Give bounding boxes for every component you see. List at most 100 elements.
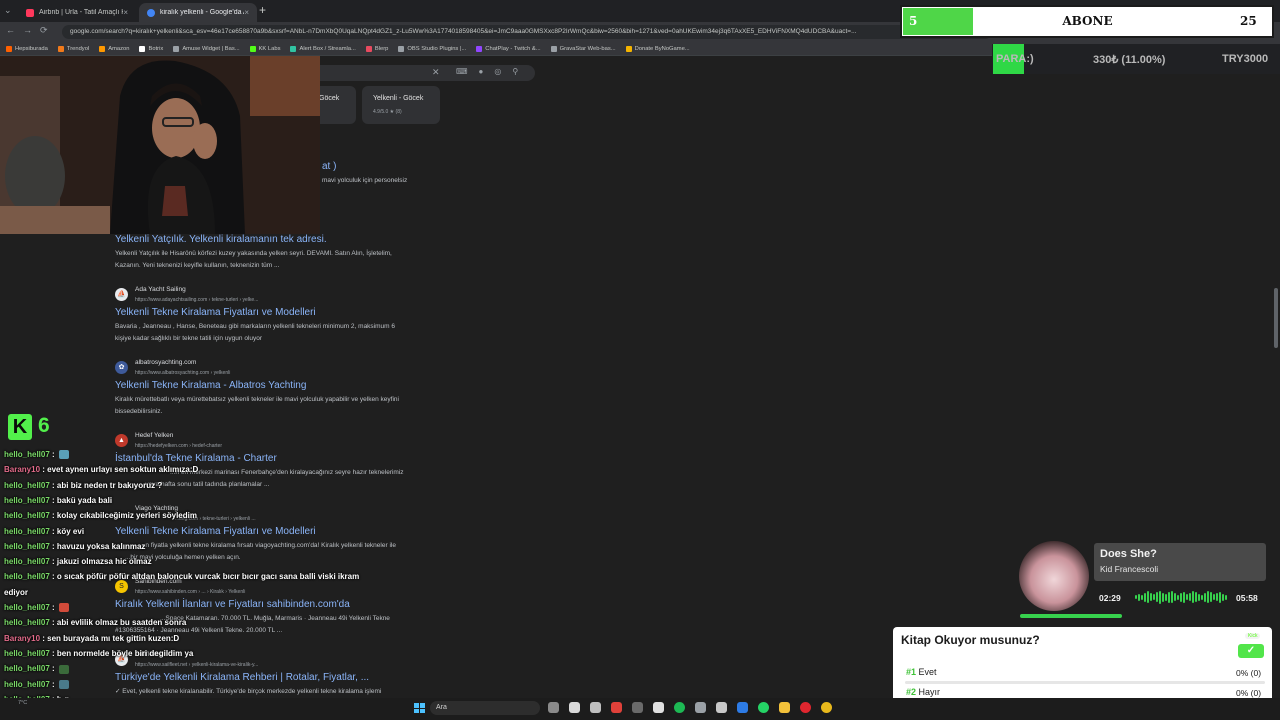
waveform-bar [1141,594,1143,600]
chat-text: kolay cıkabilceğimiz yerleri söyledim [56,511,197,521]
result-title[interactable]: Yelkenli Tekne Kiralama Fiyatları ve Mod… [115,526,316,537]
tab-google-search[interactable]: kiralık yelkenli - Google'da Ara × [139,3,257,22]
mail-icon[interactable] [737,702,748,713]
scrollbar[interactable] [1274,288,1278,348]
bookmark-item[interactable]: Donate ByNoGame... [625,45,690,52]
bookmark-item[interactable]: ChatPlay - Twitch &... [476,45,541,52]
chat-message: hello_hell07 : kolay cıkabilceğimiz yerl… [4,511,197,520]
result-title[interactable]: Yelkenli Yatçılık. Yelkenli kiralamanın … [115,234,327,245]
result-snippet: ✓ Evet, yelkenli tekne kiralanabilir. Tü… [115,688,382,695]
result-snippet: ...n fiyatla yelkenli tekne kiralama fır… [140,542,396,549]
app-icon[interactable] [695,702,706,713]
bookmark-item[interactable]: Blerp [365,45,388,52]
chatgpt-icon[interactable] [716,702,727,713]
bookmark-icon [139,45,146,52]
chat-message: Barany10 : sen burayada mı tek gittin ku… [4,634,179,643]
chat-username[interactable]: hello_hell07 [4,511,50,520]
bookmark-item[interactable]: Alert Box / Streamla... [290,45,356,52]
file-explorer-icon[interactable] [779,702,790,713]
nav-buttons[interactable]: ←→⟳ [6,25,56,36]
chat-username[interactable]: hello_hell07 [4,664,50,673]
waveform-bar [1174,593,1176,601]
whatsapp-icon[interactable] [758,702,769,713]
bookmark-item[interactable]: GravaStar Web-bas... [550,45,616,52]
chat-separator: : [49,618,57,628]
spotify-icon[interactable] [674,702,685,713]
tab-title: kiralık yelkenli - Google'da Ara [160,9,244,16]
result-title[interactable]: Türkiye'de Yelkenli Kiralama Rehberi | R… [115,672,369,683]
chat-separator: : [49,679,57,689]
chat-username[interactable]: Barany10 [4,634,40,643]
tab-title: Airbnb | Urla - Tatil Amaçlı Kiralı [39,9,123,16]
keyboard-icon[interactable]: ⌨ [456,67,468,76]
result-url[interactable]: https://www.adayachtsailing.com › tekne-… [135,297,258,303]
place-card[interactable]: Yelkenli - Göcek 4.9/5.0 ★ (8) [362,86,440,124]
bookmark-item[interactable]: Botrix [139,45,163,52]
taskbar-search[interactable]: Ara [430,701,540,715]
result-url[interactable]: https://www.sahibinden.com › ... › Kiral… [135,589,245,595]
waveform-bar [1198,593,1200,601]
result-title[interactable]: Kiralık Yelkenli İlanları ve Fiyatları s… [115,599,350,610]
waveform-bar [1147,591,1149,603]
result-snippet: ...n en merkezi marinası Fenerbahçe'den … [170,469,404,476]
close-tab-icon[interactable]: × [244,8,249,17]
bookmark-item[interactable]: Amazon [99,45,129,52]
chat-username[interactable]: Barany10 [4,465,40,474]
address-bar[interactable]: google.com/search?q=kiralık+yelkenli&sca… [62,25,992,39]
chat-username[interactable]: hello_hell07 [4,618,50,627]
waveform-bar [1189,593,1191,601]
chat-separator: : [49,495,57,505]
poll-option-value: 0% (0) [1236,688,1262,698]
tab-airbnb[interactable]: Airbnb | Urla - Tatil Amaçlı Kiralı × [18,3,136,22]
lens-icon[interactable]: ◎ [494,67,501,76]
app-icon[interactable] [569,702,580,713]
waveform-bar [1177,594,1179,600]
mic-icon[interactable]: ● [479,67,484,76]
bookmark-item[interactable]: Amuse Widget | Bas... [173,45,240,52]
albatros-icon: ✿ [115,361,128,374]
clear-icon[interactable]: ✕ [432,67,440,78]
place-card-rating: 4.9/5.0 ★ (8) [373,109,402,115]
check-icon: ✓ [1238,644,1264,658]
app-icon[interactable] [653,702,664,713]
chat-username[interactable]: hello_hell07 [4,572,50,581]
chrome-icon[interactable] [821,702,832,713]
obs-icon[interactable] [632,702,643,713]
task-view-icon[interactable] [548,702,559,713]
tab-list-icon[interactable]: ⌄ [4,5,12,16]
app-icon[interactable] [611,702,622,713]
hedef-yelken-icon: ▲ [115,434,128,447]
bookmark-item[interactable]: OBS Studio Plugins |... [398,45,466,52]
chat-username[interactable]: hello_hell07 [4,481,50,490]
result-title[interactable]: Yelkenli Tekne Kiralama Fiyatları ve Mod… [115,307,316,318]
chat-username[interactable]: hello_hell07 [4,450,50,459]
settings-icon[interactable] [590,702,601,713]
chat-username[interactable]: hello_hell07 [4,527,50,536]
result-title[interactable]: Yelkenli Tekne Kiralama - Albatros Yacht… [115,380,306,391]
bookmark-item[interactable]: KK Labs [249,45,280,52]
chat-username[interactable]: hello_hell07 [4,496,50,505]
result-url[interactable]: https://hedefyelken.com › hedef-charter [135,443,222,449]
result-title[interactable]: at ) [322,161,336,172]
chat-username[interactable]: hello_hell07 [4,557,50,566]
windows-start-icon[interactable] [414,703,425,713]
bookmark-item[interactable]: Trendyol [57,45,89,52]
bookmark-item[interactable]: Hepsiburada [6,45,48,52]
waveform-bar [1171,591,1173,603]
chat-username[interactable]: hello_hell07 [4,649,50,658]
chat-text: abi evlilik olmaz bu saatden sonra [56,618,187,628]
close-tab-icon[interactable]: × [123,8,128,17]
new-tab-button[interactable]: + [259,3,266,17]
chat-separator: : [49,526,57,536]
result-url[interactable]: https://www.sailfleet.net › yelkenli-kir… [135,662,258,668]
chat-username[interactable]: hello_hell07 [4,542,50,551]
result-title[interactable]: İstanbul'da Tekne Kiralama - Charter [115,453,277,464]
result-snippet: ...Space Katamaran. 70.000 TL. Muğla, Ma… [160,615,390,622]
chat-username[interactable]: hello_hell07 [4,680,50,689]
search-icon[interactable]: ⚲ [512,67,518,76]
chat-username[interactable]: hello_hell07 [4,603,50,612]
opera-icon[interactable] [800,702,811,713]
search-tools: ⌨ ● ◎ ⚲ [456,67,518,76]
weather-widget[interactable]: 7°C [18,700,27,706]
result-url[interactable]: https://www.albatrosyachting.com › yelke… [135,370,230,376]
